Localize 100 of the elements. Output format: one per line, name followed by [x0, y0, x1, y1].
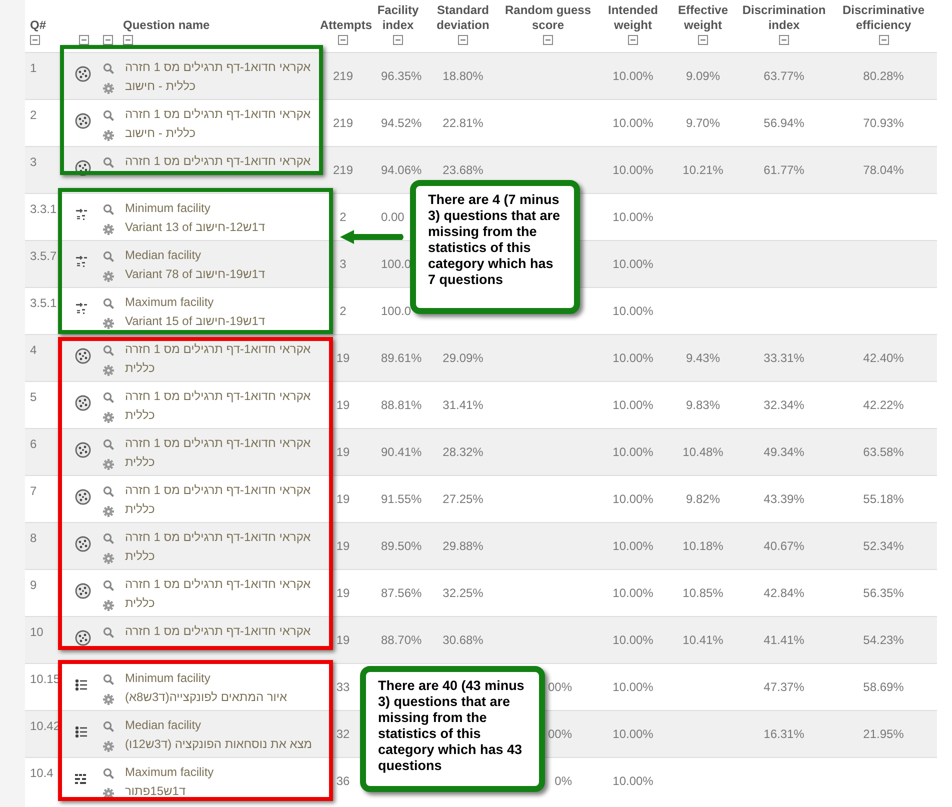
- table-cell: 10.00%: [612, 680, 654, 694]
- table-cell: 23.68%: [442, 162, 484, 176]
- collapse-icon[interactable]: [628, 35, 638, 46]
- question-name[interactable]: Median facility: [125, 246, 202, 264]
- collapse-icon[interactable]: [338, 35, 348, 46]
- search-icon[interactable]: [103, 110, 114, 121]
- table-cell: 0%: [554, 774, 572, 788]
- table-cell: 63.58%: [863, 444, 904, 458]
- table-cell: 10.18%: [682, 538, 724, 552]
- table-cell: 55.18%: [863, 492, 904, 506]
- search-icon[interactable]: [103, 580, 114, 591]
- column-header[interactable]: Discrimination index: [740, 2, 828, 32]
- gear-icon[interactable]: [103, 83, 114, 94]
- table-cell: 87.56%: [381, 586, 422, 600]
- search-icon[interactable]: [103, 486, 114, 497]
- question-number: 4: [30, 342, 37, 356]
- table-cell: 89.61%: [381, 350, 422, 364]
- column-header[interactable]: Discriminative efficiency: [832, 2, 935, 32]
- question-name[interactable]: Median facility: [125, 716, 202, 734]
- search-icon[interactable]: [103, 392, 114, 403]
- question-name[interactable]: אקראי חדוא1-דף תרגילים מס 1 חזרה: [125, 480, 311, 500]
- gear-icon[interactable]: [103, 412, 114, 424]
- table-cell: 10.00%: [612, 538, 654, 552]
- table-cell: 16.31%: [764, 726, 804, 740]
- table-cell: 10.00%: [612, 116, 654, 130]
- question-name[interactable]: אקראי חדוא1-דף תרגילים מס 1 חזרה: [125, 340, 311, 358]
- collapse-icon[interactable]: [30, 35, 40, 46]
- formula-icon: [75, 209, 89, 222]
- column-header[interactable]: Intended weight: [600, 2, 666, 32]
- table-cell: 56.94%: [764, 116, 804, 130]
- gear-icon[interactable]: [103, 130, 114, 142]
- column-header[interactable]: Q#: [30, 18, 46, 32]
- table-cell: 9.70%: [686, 116, 720, 130]
- search-icon[interactable]: [103, 204, 114, 215]
- table-cell: 10.00%: [612, 350, 654, 364]
- search-icon[interactable]: [103, 720, 114, 732]
- table-cell: 41.41%: [764, 632, 804, 646]
- gear-icon[interactable]: [103, 600, 114, 612]
- question-name[interactable]: Minimum facility: [125, 668, 210, 688]
- gear-icon[interactable]: [103, 694, 114, 706]
- table-cell: 22.81%: [442, 116, 484, 130]
- column-header[interactable]: Attempts: [320, 18, 372, 32]
- collapse-icon[interactable]: [79, 35, 89, 46]
- table-cell: 10.00%: [612, 774, 654, 788]
- question-subtitle: ד1ש15פתור: [125, 782, 186, 800]
- collapse-icon[interactable]: [878, 35, 888, 46]
- search-icon[interactable]: [103, 626, 114, 638]
- gear-icon[interactable]: [103, 365, 114, 376]
- collapse-icon[interactable]: [543, 35, 553, 46]
- gear-icon[interactable]: [103, 271, 114, 282]
- question-number: 3.3.1: [30, 202, 57, 216]
- table-cell: 96.35%: [381, 68, 422, 82]
- search-icon[interactable]: [103, 250, 114, 262]
- question-subtitle: כללית: [125, 406, 155, 424]
- collapse-icon[interactable]: [393, 35, 403, 46]
- search-icon[interactable]: [103, 768, 114, 779]
- gear-icon[interactable]: [103, 506, 114, 518]
- column-header[interactable]: Question name: [123, 18, 210, 32]
- table-cell: 40.67%: [764, 538, 804, 552]
- search-icon[interactable]: [103, 298, 114, 309]
- column-header[interactable]: Effective weight: [670, 2, 736, 32]
- search-icon[interactable]: [103, 532, 114, 544]
- question-name[interactable]: אקראי חדוא1-דף תרגילים מס 1 חזרה: [125, 104, 311, 124]
- gear-icon[interactable]: [103, 224, 114, 236]
- gear-icon[interactable]: [103, 741, 114, 752]
- collapse-icon[interactable]: [698, 35, 708, 46]
- table-cell: 80.28%: [863, 68, 904, 82]
- table-cell: 0.00: [381, 210, 404, 224]
- question-name[interactable]: Maximum facility: [125, 762, 214, 782]
- search-icon[interactable]: [103, 62, 114, 74]
- column-header[interactable]: Standard deviation: [430, 2, 496, 32]
- dice-icon: [75, 160, 91, 176]
- collapse-icon[interactable]: [779, 35, 789, 46]
- gear-icon[interactable]: [103, 553, 114, 564]
- gear-icon[interactable]: [103, 318, 114, 330]
- table-cell: 61.77%: [764, 162, 804, 176]
- search-icon[interactable]: [103, 156, 114, 168]
- search-icon[interactable]: [103, 674, 114, 685]
- table-cell: 19: [336, 538, 350, 552]
- callout: There are 4 (7 minus 3) questions that are missing from the statistics of this category which has 7 questions: [410, 180, 580, 314]
- column-header[interactable]: Random guess score: [500, 2, 596, 32]
- gear-icon[interactable]: [103, 459, 114, 470]
- question-name[interactable]: אקראי חדוא1-דף תרגילים מס 1 חזרה: [125, 434, 311, 452]
- question-name[interactable]: אקראי חדוא1-דף תרגילים מס 1 חזרה: [125, 528, 311, 546]
- table-cell: 100.0: [381, 304, 412, 318]
- dice-icon: [75, 442, 91, 458]
- question-name[interactable]: אקראי חדוא1-דף תרגילים מס 1 חזרה: [125, 58, 311, 76]
- collapse-icon[interactable]: [123, 35, 133, 46]
- question-name[interactable]: Minimum facility: [125, 198, 210, 218]
- collapse-icon[interactable]: [458, 35, 468, 46]
- table-cell: 10.00%: [612, 210, 654, 224]
- collapse-icon[interactable]: [103, 35, 113, 46]
- search-icon[interactable]: [103, 438, 114, 450]
- question-name[interactable]: אקראי חדוא1-דף תרגילים מס 1 חזרה: [125, 574, 311, 594]
- column-header[interactable]: Facility index: [370, 2, 426, 32]
- search-icon[interactable]: [103, 344, 114, 356]
- question-subtitle: מצא את נוסחאות הפונקציה (ד3ש12ו): [125, 736, 312, 752]
- question-name[interactable]: Maximum facility: [125, 292, 214, 312]
- table-cell: 21.95%: [863, 726, 904, 740]
- question-name[interactable]: אקראי חדוא1-דף תרגילים מס 1 חזרה: [125, 386, 311, 406]
